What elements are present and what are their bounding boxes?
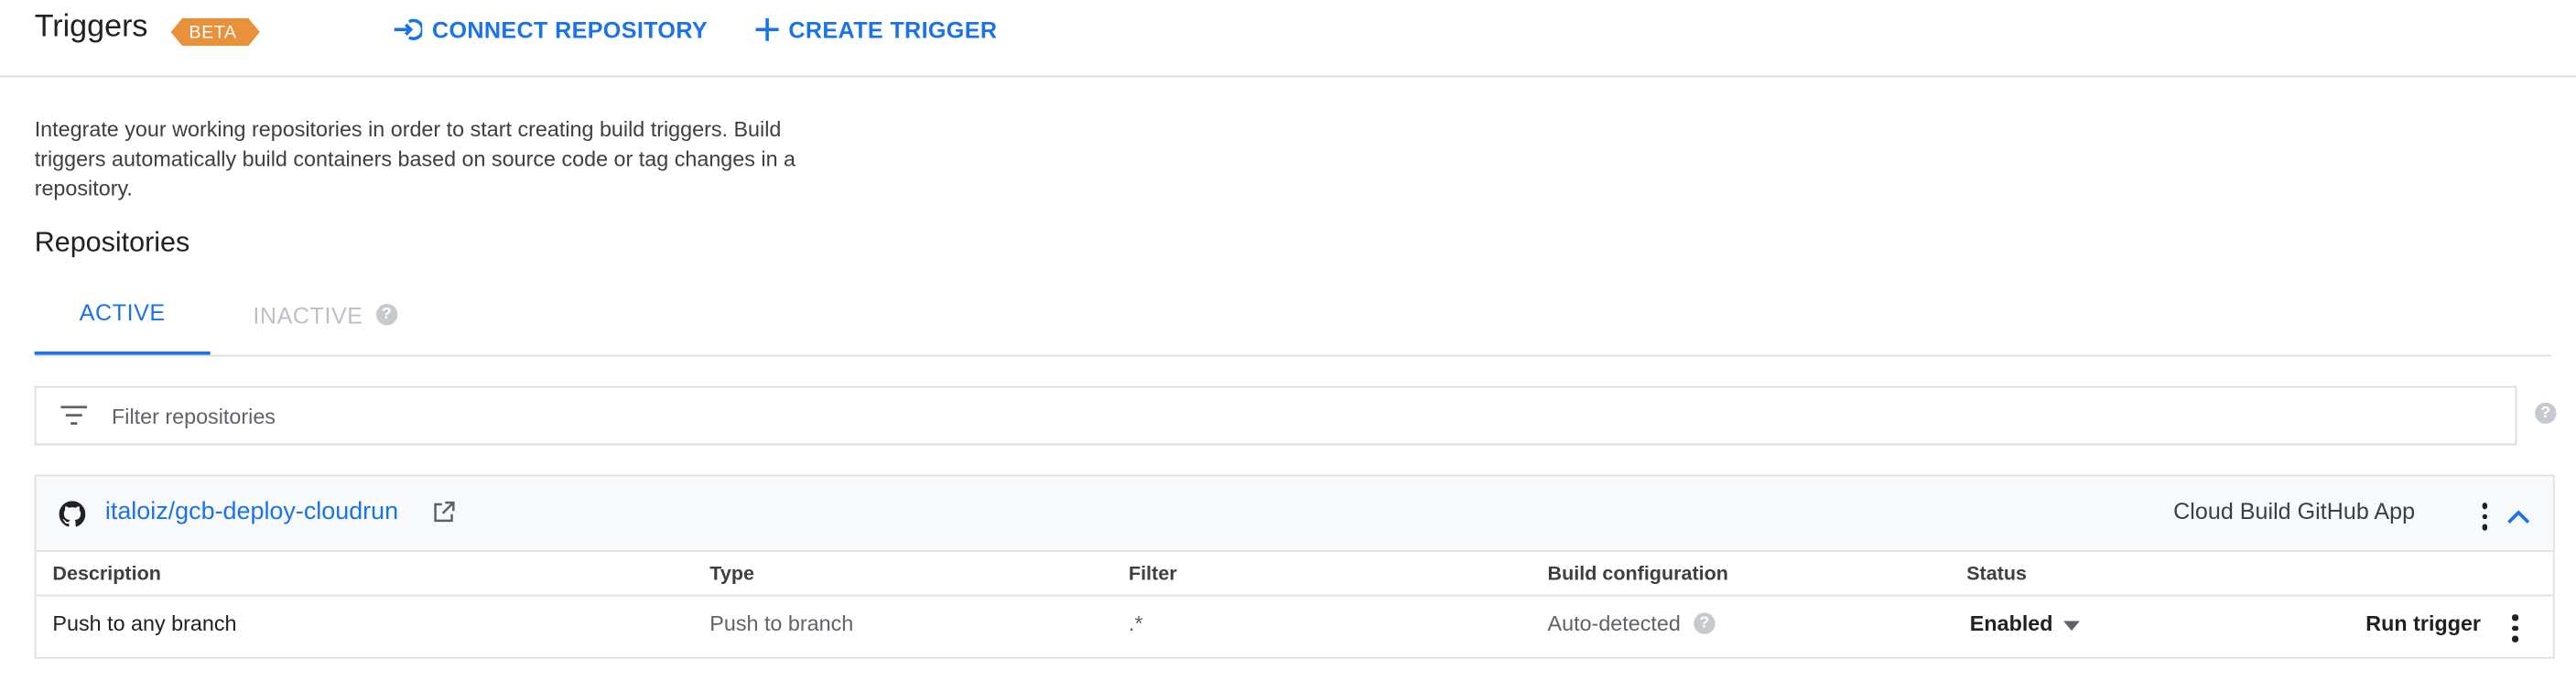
intro-text: Integrate your working repositories in o…	[34, 116, 796, 200]
column-type: Type	[709, 561, 754, 585]
trigger-description: Push to any branch	[52, 611, 237, 636]
tab-active[interactable]: ACTIVE	[34, 276, 211, 355]
create-trigger-label: CREATE TRIGGER	[788, 16, 998, 43]
filter-help-icon[interactable]: ?	[2535, 402, 2557, 425]
repository-link[interactable]: italoiz/gcb-deploy-cloudrun	[105, 498, 398, 526]
column-status: Status	[1966, 561, 2028, 585]
repository-header: italoiz/gcb-deploy-cloudrun Cloud Build …	[36, 476, 2553, 553]
repository-card: italoiz/gcb-deploy-cloudrun Cloud Build …	[34, 474, 2555, 659]
trigger-build-config: Auto-detected ?	[1548, 611, 1716, 636]
filter-repositories-input[interactable]	[112, 387, 2478, 444]
build-config-value: Auto-detected	[1547, 611, 1681, 636]
external-link-icon[interactable]	[432, 501, 455, 532]
column-description: Description	[52, 561, 161, 585]
beta-badge: BETA	[171, 18, 260, 47]
filter-bar	[34, 385, 2517, 446]
github-icon	[59, 501, 86, 535]
dropdown-arrow-icon	[2062, 611, 2080, 636]
connect-repository-button[interactable]: CONNECT REPOSITORY	[393, 16, 708, 43]
chevron-up-icon[interactable]	[2507, 503, 2530, 532]
repository-tabs: ACTIVE INACTIVE ?	[34, 276, 2552, 357]
column-filter: Filter	[1128, 561, 1177, 585]
tab-active-label: ACTIVE	[79, 298, 166, 326]
help-icon[interactable]: ?	[375, 304, 398, 326]
plus-icon	[755, 17, 779, 41]
connect-repository-label: CONNECT REPOSITORY	[431, 16, 709, 43]
trigger-filter: .*	[1128, 611, 1143, 636]
status-dropdown[interactable]: Enabled	[1969, 611, 2080, 636]
more-vert-icon[interactable]	[2481, 503, 2488, 530]
page: Triggers BETA CONNECT REPOSITORY CREATE …	[0, 0, 2576, 680]
github-app-label: Cloud Build GitHub App	[2173, 497, 2416, 524]
column-build-configuration: Build configuration	[1547, 561, 1728, 585]
repositories-heading: Repositories	[34, 226, 190, 258]
row-more-vert-icon[interactable]	[2512, 614, 2518, 642]
page-title: Triggers	[34, 9, 148, 45]
trigger-type: Push to branch	[709, 611, 854, 636]
run-trigger-button[interactable]: Run trigger	[2365, 611, 2481, 636]
help-icon[interactable]: ?	[1694, 612, 1716, 634]
status-value: Enabled	[1969, 611, 2053, 636]
page-header: Triggers BETA CONNECT REPOSITORY CREATE …	[0, 0, 2576, 78]
table-header: Description Type Filter Build configurat…	[36, 552, 2553, 597]
tab-inactive-label: INACTIVE	[253, 301, 363, 329]
tab-inactive[interactable]: INACTIVE ?	[253, 276, 398, 353]
create-trigger-button[interactable]: CREATE TRIGGER	[755, 16, 998, 43]
table-row: Push to any branch Push to branch .* Aut…	[36, 596, 2552, 655]
connect-icon	[393, 18, 423, 41]
filter-icon	[60, 404, 88, 433]
